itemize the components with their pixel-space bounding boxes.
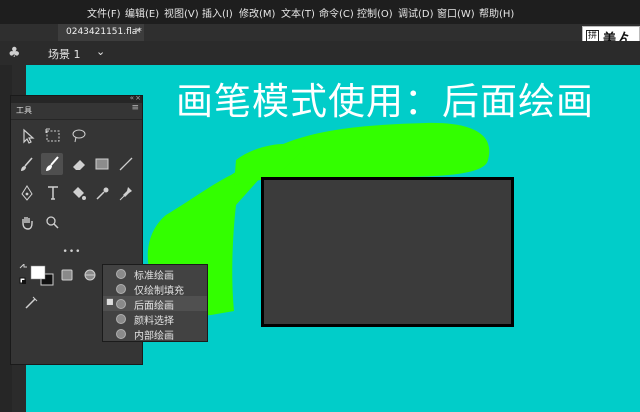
close-icon[interactable]: × xyxy=(134,26,142,36)
tools-title: 工具 xyxy=(16,106,32,115)
brush-size-icon[interactable] xyxy=(20,292,42,314)
pin-tool-icon[interactable] xyxy=(115,182,137,204)
menu-debug[interactable]: 调试(D) xyxy=(398,5,434,20)
panel-menu-icon[interactable]: ≡ xyxy=(131,103,139,113)
text-tool-icon[interactable] xyxy=(42,182,64,204)
panel-grip[interactable]: « × xyxy=(11,94,142,103)
free-transform-tool-icon[interactable] xyxy=(42,125,64,147)
object-drawing-icon[interactable] xyxy=(56,264,78,286)
menu-help[interactable]: 帮助(H) xyxy=(479,5,514,20)
menu-control[interactable]: 控制(O) xyxy=(357,5,393,20)
menu-item-paint-fills[interactable]: 仅绘制填充 xyxy=(103,281,207,297)
menu-item-paint-inside[interactable]: 内部绘画 xyxy=(103,326,207,342)
scene-bar: ♣ 场景 1 ⌄ xyxy=(0,41,640,65)
paint-normal-icon xyxy=(116,269,126,279)
menu-item-label: 后面绘画 xyxy=(134,301,174,312)
menu-text[interactable]: 文本(T) xyxy=(281,5,315,20)
hand-tool-icon[interactable] xyxy=(16,212,38,234)
menu-view[interactable]: 视图(V) xyxy=(164,5,199,20)
brush-tool-icon[interactable] xyxy=(41,153,63,175)
chevron-down-icon[interactable]: ⌄ xyxy=(96,45,105,58)
eyedropper-tool-icon[interactable] xyxy=(91,182,113,204)
line-tool-icon[interactable] xyxy=(115,153,137,175)
rectangle-tool-icon[interactable] xyxy=(91,153,113,175)
menu-edit[interactable]: 编辑(E) xyxy=(125,5,159,20)
selection-tool-icon[interactable] xyxy=(16,125,38,147)
menu-commands[interactable]: 命令(C) xyxy=(319,5,354,20)
menu-item-label: 内部绘画 xyxy=(134,331,174,342)
color-swatches[interactable] xyxy=(18,262,58,288)
menu-item-label: 仅绘制填充 xyxy=(134,286,184,297)
menu-modify[interactable]: 修改(M) xyxy=(239,5,275,20)
stage-title: 画笔模式使用：后面绘画 xyxy=(176,80,594,123)
menu-item-standard-paint[interactable]: 标准绘画 xyxy=(103,266,207,282)
close-icon[interactable]: × xyxy=(135,94,141,102)
paint-behind-icon xyxy=(116,299,126,309)
eraser-tool-icon[interactable] xyxy=(68,153,90,175)
menu-item-label: 标准绘画 xyxy=(134,271,174,282)
menu-insert[interactable]: 插入(I) xyxy=(202,5,233,20)
scene-name[interactable]: 场景 1 xyxy=(48,46,81,62)
paint-selection-icon xyxy=(116,314,126,324)
menu-window[interactable]: 窗口(W) xyxy=(437,5,475,20)
pen-tool-icon[interactable] xyxy=(16,182,38,204)
menu-item-paint-behind[interactable]: ■ 后面绘画 xyxy=(103,296,207,312)
paint-inside-icon xyxy=(116,329,126,339)
collapse-icon[interactable]: « xyxy=(130,94,134,102)
document-tab[interactable]: 0243421151.fla* × xyxy=(58,24,144,41)
brush-mode-icon[interactable] xyxy=(79,264,101,286)
menu-item-label: 颜料选择 xyxy=(134,316,174,327)
gray-rectangle[interactable] xyxy=(261,177,514,327)
brush-mode-menu: 标准绘画 仅绘制填充 ■ 后面绘画 颜料选择 内部绘画 xyxy=(102,264,208,342)
paint-brush-tool-icon[interactable] xyxy=(16,153,38,175)
tools-header: 工具 ≡ xyxy=(11,103,142,120)
selected-mark-icon: ■ xyxy=(106,297,114,306)
zoom-tool-icon[interactable] xyxy=(41,212,63,234)
club-icon[interactable]: ♣ xyxy=(8,45,21,61)
paint-fills-icon xyxy=(116,284,126,294)
document-tab-title: 0243421151.fla* xyxy=(66,27,142,37)
menu-item-paint-selection[interactable]: 颜料选择 xyxy=(103,311,207,327)
menu-file[interactable]: 文件(F) xyxy=(87,5,121,20)
lasso-tool-icon[interactable] xyxy=(68,125,90,147)
paint-bucket-tool-icon[interactable] xyxy=(67,182,89,204)
menu-bar: 文件(F) 编辑(E) 视图(V) 插入(I) 修改(M) 文本(T) 命令(C… xyxy=(0,0,640,24)
more-tools-icon[interactable]: ••• xyxy=(61,241,83,263)
